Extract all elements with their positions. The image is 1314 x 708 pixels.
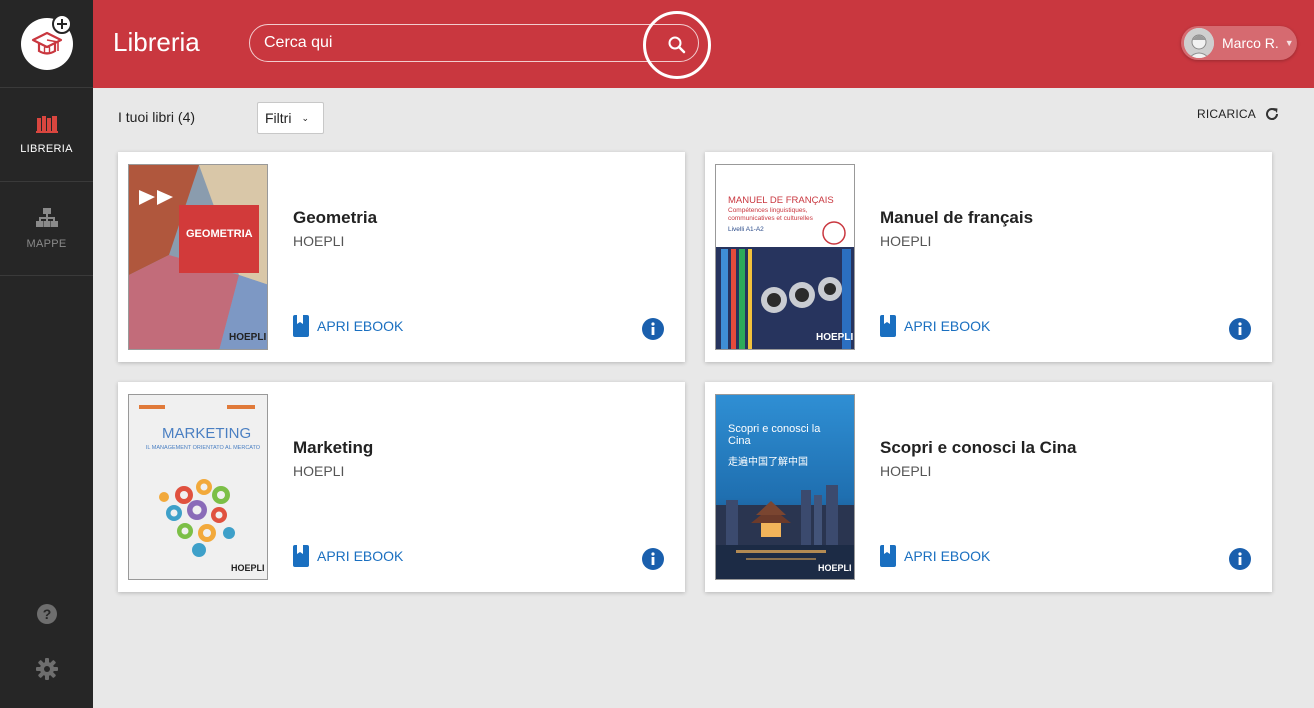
info-icon	[1238, 322, 1242, 335]
settings-button[interactable]	[0, 658, 93, 680]
sidebar-item-mappe[interactable]: MAPPE	[0, 182, 93, 276]
books-icon	[35, 115, 58, 133]
info-button[interactable]	[1229, 548, 1251, 570]
add-icon[interactable]	[52, 14, 72, 34]
cover-art	[129, 395, 267, 579]
avatar	[1184, 28, 1214, 58]
chevron-down-icon: ⌄	[301, 112, 309, 123]
book-card: GEOMETRIA HOEPLI Geometria HOEPLI APRI E…	[118, 152, 685, 362]
filter-label: Filtri	[265, 110, 292, 126]
open-ebook-label: APRI EBOOK	[317, 548, 404, 564]
cover-art	[716, 165, 854, 349]
reload-label: RICARICA	[1197, 107, 1256, 121]
cover-brand: HOEPLI	[816, 332, 854, 343]
info-button[interactable]	[642, 548, 664, 570]
cover-chinese: 走遍中国了解中国	[728, 457, 808, 468]
search-icon	[668, 36, 686, 54]
cover-brand: HOEPLI	[818, 563, 852, 573]
book-title: Manuel de français	[880, 208, 1034, 227]
top-bar: Libreria Marco R. ▼	[93, 0, 1314, 88]
page-title: Libreria	[113, 27, 200, 57]
reload-button[interactable]: RICARICA	[1197, 106, 1280, 122]
book-card: Scopri e conosci la Cina 走遍中国了解中国 HOEPLI…	[705, 382, 1272, 592]
cover-brand: HOEPLI	[231, 563, 265, 573]
open-ebook-label: APRI EBOOK	[904, 318, 991, 334]
book-icon	[880, 545, 896, 567]
chevron-down-icon: ▼	[1284, 38, 1294, 48]
open-ebook-button[interactable]: APRI EBOOK	[293, 545, 403, 567]
refresh-icon	[1265, 108, 1278, 120]
sitemap-icon	[35, 207, 58, 227]
book-title: Marketing	[293, 438, 374, 457]
library-count: I tuoi libri (4)	[118, 109, 196, 125]
open-ebook-button[interactable]: APRI EBOOK	[293, 315, 403, 337]
cover-subtitle: IL MANAGEMENT ORIENTATO AL MERCATO	[145, 445, 261, 451]
cover-title: MANUEL DE FRANÇAIS	[728, 195, 834, 206]
cover-title: Scopri e conosci la Cina	[728, 423, 821, 447]
info-button[interactable]	[642, 318, 664, 340]
open-ebook-label: APRI EBOOK	[904, 548, 991, 564]
info-icon	[1238, 552, 1242, 565]
open-ebook-button[interactable]: APRI EBOOK	[880, 315, 990, 337]
user-name: Marco R.	[1222, 35, 1279, 51]
book-cover[interactable]: GEOMETRIA HOEPLI	[128, 164, 268, 350]
sidebar: LIBRERIA MAPPE ?	[0, 0, 93, 708]
book-cover[interactable]: Scopri e conosci la Cina 走遍中国了解中国 HOEPLI	[715, 394, 855, 580]
cover-title: MARKETING	[162, 425, 252, 442]
open-ebook-label: APRI EBOOK	[317, 318, 404, 334]
help-button[interactable]: ?	[0, 603, 93, 625]
book-cover[interactable]: MANUEL DE FRANÇAIS Compétences linguisti…	[715, 164, 855, 350]
book-icon	[293, 545, 309, 567]
search-box[interactable]	[249, 24, 699, 62]
cover-art	[129, 165, 267, 349]
cover-brand: HOEPLI	[229, 332, 267, 343]
help-icon: ?	[36, 604, 57, 624]
book-publisher: HOEPLI	[880, 463, 932, 479]
filter-dropdown[interactable]: Filtri ⌄	[257, 102, 324, 134]
book-card: MANUEL DE FRANÇAIS Compétences linguisti…	[705, 152, 1272, 362]
book-title: Scopri e conosci la Cina	[880, 438, 1077, 457]
book-icon	[880, 315, 896, 337]
gear-icon	[35, 658, 58, 680]
search-input[interactable]	[264, 25, 644, 61]
info-button[interactable]	[1229, 318, 1251, 340]
app-logo-area	[0, 0, 93, 88]
book-publisher: HOEPLI	[293, 463, 345, 479]
book-title: Geometria	[293, 208, 378, 227]
open-ebook-button[interactable]: APRI EBOOK	[880, 545, 990, 567]
book-cover[interactable]: MARKETING IL MANAGEMENT ORIENTATO AL MER…	[128, 394, 268, 580]
book-icon	[293, 315, 309, 337]
book-publisher: HOEPLI	[880, 233, 932, 249]
user-avatar-icon	[1184, 28, 1214, 58]
cover-subtitle: Compétences linguistiques, communicative…	[728, 207, 813, 222]
info-icon	[651, 322, 655, 335]
cover-level: Livelli A1-A2	[728, 226, 764, 233]
info-icon	[651, 552, 655, 565]
sidebar-item-libreria[interactable]: LIBRERIA	[0, 88, 93, 182]
book-publisher: HOEPLI	[293, 233, 345, 249]
search-button[interactable]	[643, 11, 711, 79]
user-menu[interactable]: Marco R. ▼	[1181, 26, 1297, 60]
book-card: MARKETING IL MANAGEMENT ORIENTATO AL MER…	[118, 382, 685, 592]
sidebar-item-label: LIBRERIA	[20, 142, 73, 155]
sidebar-item-label: MAPPE	[26, 237, 67, 250]
svg-text:?: ?	[42, 606, 51, 622]
cover-title: GEOMETRIA	[186, 228, 253, 240]
